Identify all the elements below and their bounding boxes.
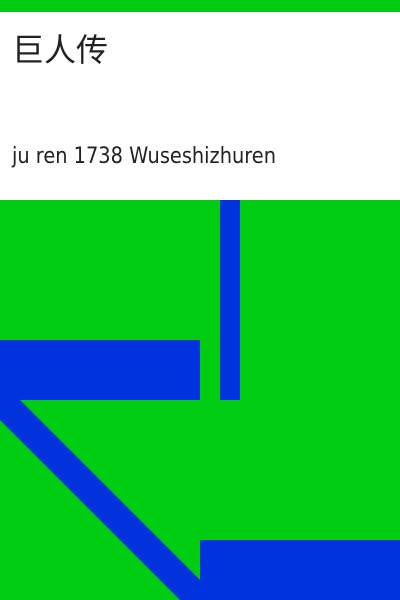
book-title: 巨人传 (12, 31, 109, 69)
book-cover: 巨人传 ju ren 1738 Wuseshizhuren (0, 0, 400, 600)
geometric-pattern (0, 200, 400, 600)
vertical-stripe (220, 200, 240, 400)
author-line: ju ren 1738 Wuseshizhuren (12, 144, 276, 169)
bottom-block (200, 540, 400, 600)
horizontal-bar (0, 340, 200, 400)
cover-artwork (0, 200, 400, 600)
title-panel: 巨人传 ju ren 1738 Wuseshizhuren (0, 12, 400, 200)
top-color-bar (0, 0, 400, 12)
